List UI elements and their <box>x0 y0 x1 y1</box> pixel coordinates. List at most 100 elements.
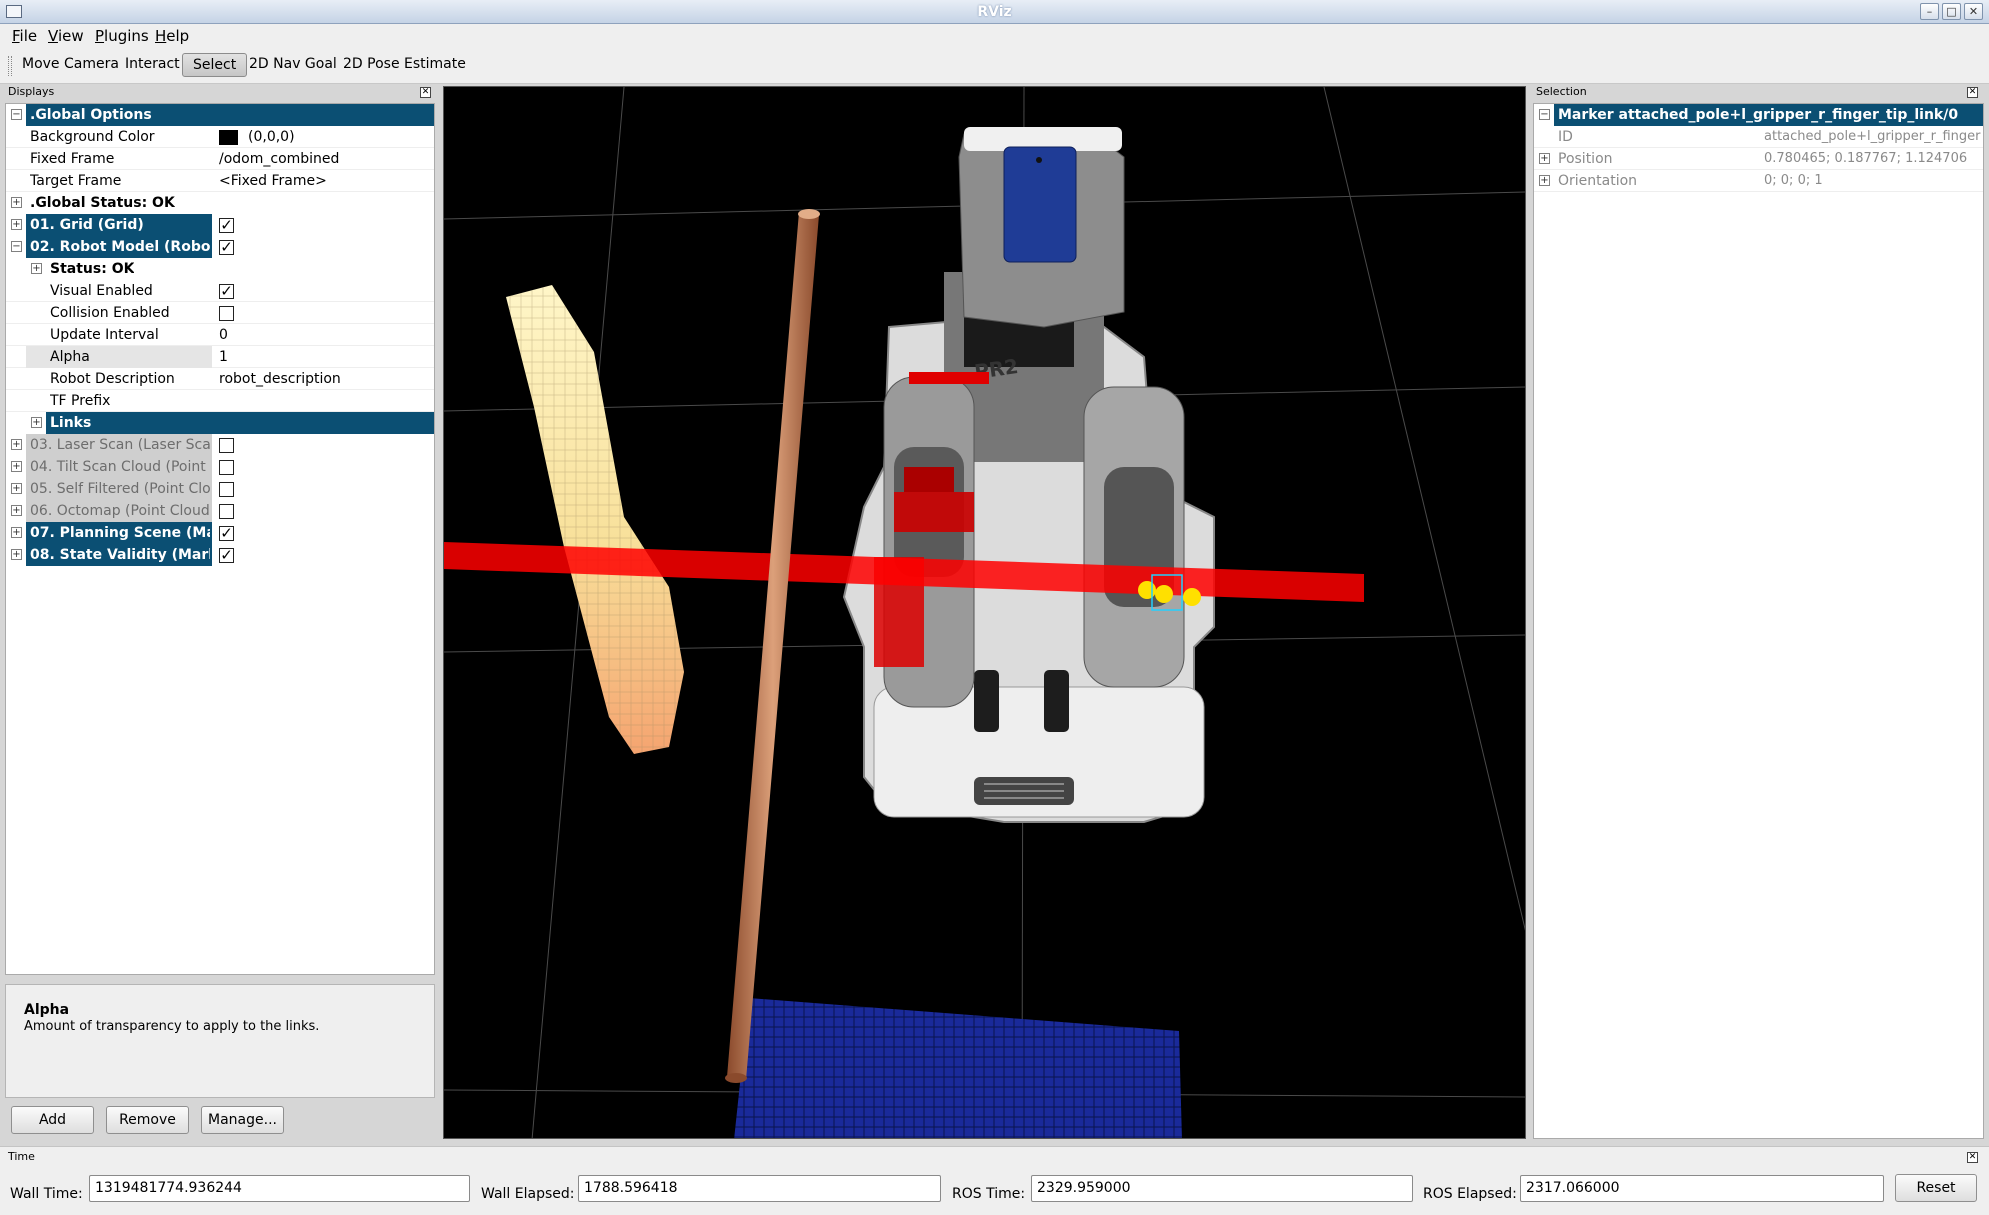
expand-icon[interactable]: + <box>31 263 42 274</box>
selection-close-icon[interactable]: ✕ <box>1967 87 1978 98</box>
expand-icon[interactable]: + <box>11 439 22 450</box>
selection-orientation-row[interactable]: + Orientation 0; 0; 0; 1 <box>1534 170 1983 192</box>
collapse-icon[interactable]: − <box>11 109 22 120</box>
add-display-button[interactable]: Add <box>11 1106 94 1134</box>
background-color-swatch[interactable] <box>219 130 238 145</box>
prop-collision-enabled[interactable]: Collision Enabled <box>6 302 434 324</box>
planning-scene-display-label: 07. Planning Scene (Mar <box>30 522 210 544</box>
title-bar: RViz – □ ✕ <box>0 0 1989 24</box>
selection-marker-row[interactable]: − Marker attached_pole+l_gripper_r_finge… <box>1534 104 1983 126</box>
expand-icon[interactable]: + <box>31 417 42 428</box>
update-interval-value[interactable]: 0 <box>219 324 228 346</box>
robot-model-enabled-checkbox[interactable]: ✓ <box>219 240 234 255</box>
menu-bar: File View Plugins Help <box>0 24 1989 48</box>
menu-help[interactable]: Help <box>155 27 189 45</box>
collision-enabled-checkbox[interactable] <box>219 306 234 321</box>
close-window-button[interactable]: ✕ <box>1964 3 1983 20</box>
expand-icon[interactable]: + <box>11 505 22 516</box>
planning-scene-enabled-checkbox[interactable]: ✓ <box>219 526 234 541</box>
prop-tf-prefix[interactable]: TF Prefix <box>6 390 434 412</box>
menu-plugins[interactable]: Plugins <box>95 27 149 45</box>
ros-elapsed-field[interactable]: 2317.066000 <box>1520 1175 1884 1202</box>
robot-model-display-label: 02. Robot Model (Robot <box>30 236 210 258</box>
state-validity-enabled-checkbox[interactable]: ✓ <box>219 548 234 563</box>
tree-row-robot-model[interactable]: − 02. Robot Model (Robot ✓ <box>6 236 434 258</box>
expand-icon[interactable]: + <box>11 527 22 538</box>
expand-icon[interactable]: + <box>11 549 22 560</box>
move-camera-tool[interactable]: Move Camera <box>22 56 119 72</box>
prop-visual-enabled[interactable]: Visual Enabled ✓ <box>6 280 434 302</box>
expand-icon[interactable]: + <box>11 197 22 208</box>
laser-scan-display-label: 03. Laser Scan (Laser Scan) <box>30 434 210 456</box>
tree-row-planning-scene[interactable]: + 07. Planning Scene (Mar ✓ <box>6 522 434 544</box>
time-panel: Time ✕ Wall Time: 1319481774.936244 Wall… <box>0 1146 1989 1215</box>
laser-scan-enabled-checkbox[interactable] <box>219 438 234 453</box>
octomap-enabled-checkbox[interactable] <box>219 504 234 519</box>
menu-file[interactable]: File <box>12 27 37 45</box>
prop-alpha[interactable]: Alpha 1 <box>6 346 434 368</box>
tree-row-state-validity[interactable]: + 08. State Validity (Mark ✓ <box>6 544 434 566</box>
remove-display-button[interactable]: Remove <box>106 1106 189 1134</box>
select-tool[interactable]: Select <box>182 53 248 77</box>
tree-row-octomap[interactable]: + 06. Octomap (Point Cloud2) <box>6 500 434 522</box>
toolbar-grip-handle[interactable] <box>8 56 12 76</box>
fixed-frame-value[interactable]: /odom_combined <box>219 148 339 170</box>
displays-close-icon[interactable]: ✕ <box>420 87 431 98</box>
robot-description-label: Robot Description <box>50 371 175 387</box>
render-viewport[interactable]: PR2 <box>443 86 1526 1139</box>
prop-target-frame[interactable]: Target Frame <Fixed Frame> <box>6 170 434 192</box>
target-frame-value[interactable]: <Fixed Frame> <box>219 170 327 192</box>
expand-icon[interactable]: + <box>11 219 22 230</box>
2d-pose-estimate-tool[interactable]: 2D Pose Estimate <box>343 56 466 72</box>
tree-row-status[interactable]: + Status: OK <box>6 258 434 280</box>
maximize-icon: □ <box>1946 5 1957 18</box>
tree-row-laser-scan[interactable]: + 03. Laser Scan (Laser Scan) <box>6 434 434 456</box>
alpha-value[interactable]: 1 <box>219 346 228 368</box>
toolbar: Move Camera Interact Select 2D Nav Goal … <box>0 48 1989 84</box>
self-filtered-enabled-checkbox[interactable] <box>219 482 234 497</box>
expand-icon[interactable]: + <box>1539 153 1550 164</box>
wall-time-field[interactable]: 1319481774.936244 <box>89 1175 470 1202</box>
expand-icon[interactable]: + <box>11 461 22 472</box>
prop-robot-description[interactable]: Robot Description robot_description <box>6 368 434 390</box>
tree-row-links[interactable]: + Links <box>6 412 434 434</box>
robot-description-value[interactable]: robot_description <box>219 368 341 390</box>
visual-enabled-checkbox[interactable]: ✓ <box>219 284 234 299</box>
selection-position-row[interactable]: + Position 0.780465; 0.187767; 1.124706 <box>1534 148 1983 170</box>
background-color-label: Background Color <box>30 129 155 145</box>
tree-row-self-filtered[interactable]: + 05. Self Filtered (Point Cloud <box>6 478 434 500</box>
maximize-button[interactable]: □ <box>1942 3 1961 20</box>
octomap-display-label: 06. Octomap (Point Cloud2) <box>30 500 210 522</box>
collapse-icon[interactable]: − <box>1539 109 1550 120</box>
collision-enabled-label: Collision Enabled <box>50 305 170 321</box>
collapse-icon[interactable]: − <box>11 241 22 252</box>
prop-update-interval[interactable]: Update Interval 0 <box>6 324 434 346</box>
grid-display-label: 01. Grid (Grid) <box>30 214 210 236</box>
ros-time-field[interactable]: 2329.959000 <box>1031 1175 1413 1202</box>
prop-fixed-frame[interactable]: Fixed Frame /odom_combined <box>6 148 434 170</box>
tree-row-grid[interactable]: + 01. Grid (Grid) ✓ <box>6 214 434 236</box>
help-description: Amount of transparency to apply to the l… <box>24 1019 320 1034</box>
selection-id-row[interactable]: ID attached_pole+l_gripper_r_finger <box>1534 126 1983 148</box>
tree-row-tilt-scan[interactable]: + 04. Tilt Scan Cloud (Point Cl <box>6 456 434 478</box>
minimize-button[interactable]: – <box>1920 3 1939 20</box>
menu-view[interactable]: View <box>48 27 84 45</box>
tree-row-global-status[interactable]: + .Global Status: OK <box>6 192 434 214</box>
selection-id-value: attached_pole+l_gripper_r_finger <box>1764 129 1981 144</box>
2d-nav-goal-tool[interactable]: 2D Nav Goal <box>249 56 337 72</box>
interact-tool[interactable]: Interact <box>125 56 180 72</box>
manage-displays-button[interactable]: Manage... <box>201 1106 284 1134</box>
tilt-scan-enabled-checkbox[interactable] <box>219 460 234 475</box>
property-help-box: Alpha Amount of transparency to apply to… <box>5 984 435 1098</box>
tree-row-global-options[interactable]: − .Global Options <box>6 104 434 126</box>
reset-time-button[interactable]: Reset <box>1895 1174 1977 1202</box>
time-close-icon[interactable]: ✕ <box>1967 1152 1978 1163</box>
expand-icon[interactable]: + <box>1539 175 1550 186</box>
wall-elapsed-field[interactable]: 1788.596418 <box>578 1175 941 1202</box>
grid-enabled-checkbox[interactable]: ✓ <box>219 218 234 233</box>
displays-panel-title: Displays <box>8 85 55 98</box>
background-color-value[interactable]: (0,0,0) <box>248 126 295 148</box>
prop-background-color[interactable]: Background Color (0,0,0) <box>6 126 434 148</box>
expand-icon[interactable]: + <box>11 483 22 494</box>
selection-orientation-label: Orientation <box>1558 173 1638 189</box>
